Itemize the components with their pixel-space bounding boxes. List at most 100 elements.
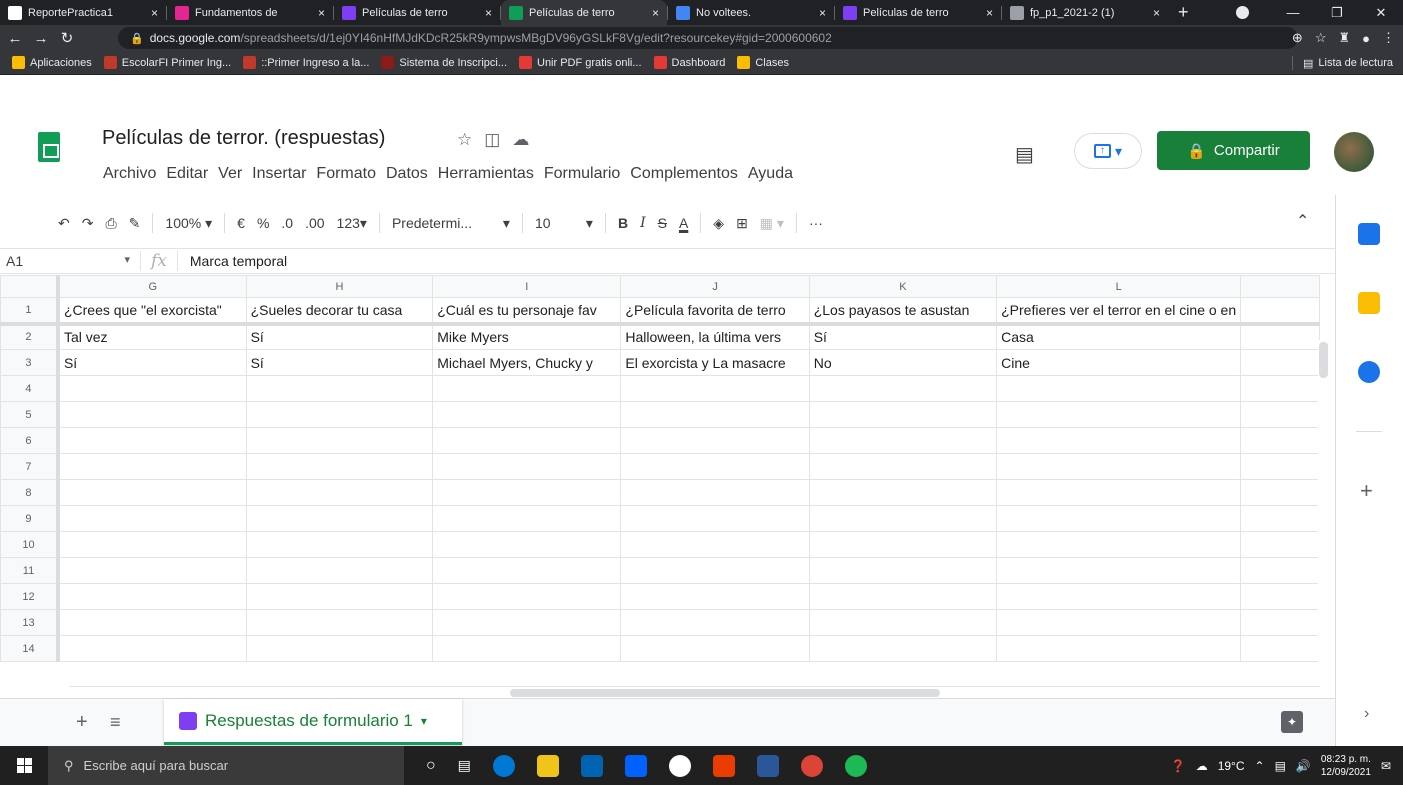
bold-button[interactable]: B [612, 211, 634, 235]
bookmark-item[interactable]: Aplicaciones [12, 56, 92, 69]
borders-icon[interactable]: ⊞ [730, 211, 754, 235]
cell[interactable] [808, 557, 998, 584]
menu-item[interactable]: Formulario [543, 165, 621, 183]
cell[interactable] [808, 427, 998, 454]
cell[interactable] [1240, 557, 1320, 584]
cell[interactable] [620, 557, 810, 584]
column-header[interactable]: K [808, 275, 998, 298]
cell[interactable] [57, 635, 247, 662]
cell[interactable]: Mike Myers [432, 323, 622, 350]
more-formats-button[interactable]: 123 ▾ [331, 211, 373, 235]
browser-tab[interactable]: fp_p1_2021-2 (1) × [1002, 0, 1168, 25]
document-title[interactable]: Películas de terror. (respuestas) [102, 127, 385, 150]
cell[interactable]: Tal vez [57, 323, 247, 350]
share-button[interactable]: 🔒 Compartir [1157, 131, 1310, 170]
github-desktop-icon[interactable] [668, 754, 691, 777]
cell[interactable] [57, 531, 247, 558]
cell[interactable] [620, 635, 810, 662]
chrome-icon[interactable] [800, 754, 823, 777]
forward-icon[interactable]: → [30, 30, 52, 47]
present-button[interactable]: ↑ ▾ [1074, 133, 1142, 169]
percent-button[interactable]: % [251, 211, 275, 235]
cell[interactable] [245, 375, 434, 402]
cell[interactable] [432, 531, 622, 558]
cell[interactable]: ¿Los payasos te asustan [808, 297, 998, 326]
cell[interactable] [1240, 583, 1320, 610]
bookmark-item[interactable]: Sistema de Inscripci... [381, 56, 507, 69]
comment-history-icon[interactable]: ▤ [1015, 142, 1034, 167]
add-addon-icon[interactable]: + [1360, 478, 1373, 504]
cell[interactable]: ¿Prefieres ver el terror en el cine o en [996, 297, 1242, 326]
cell[interactable]: No [808, 349, 998, 376]
tray-chevron-icon[interactable]: ⌃ [1255, 759, 1265, 773]
clock[interactable]: 08:23 p. m. 12/09/2021 [1321, 753, 1371, 779]
reload-icon[interactable]: ↻ [56, 29, 78, 47]
cell[interactable] [996, 505, 1242, 532]
row-header[interactable]: 13 [0, 609, 60, 636]
bookmark-item[interactable]: Clases [737, 56, 789, 69]
menu-item[interactable]: Herramientas [437, 165, 535, 183]
taskbar-search[interactable]: ⚲ Escribe aquí para buscar [48, 746, 404, 785]
cell[interactable] [245, 453, 434, 480]
cell[interactable] [245, 427, 434, 454]
cell[interactable] [432, 505, 622, 532]
currency-button[interactable]: € [231, 211, 251, 235]
cell[interactable] [996, 453, 1242, 480]
name-box[interactable]: A1 ▾ [0, 253, 140, 269]
browser-tab[interactable]: Fundamentos de × [167, 0, 333, 25]
row-header[interactable]: 5 [0, 401, 60, 428]
browser-tab[interactable]: ReportePractica1 × [0, 0, 166, 25]
reading-list[interactable]: ▤ Lista de lectura [1291, 51, 1393, 75]
close-tab-icon[interactable]: × [151, 6, 158, 20]
cell[interactable] [1240, 609, 1320, 636]
edge-icon[interactable] [492, 754, 515, 777]
help-icon[interactable]: ❓ [1171, 759, 1186, 773]
cell[interactable] [996, 375, 1242, 402]
close-tab-icon[interactable]: × [485, 6, 492, 20]
row-header[interactable]: 8 [0, 479, 60, 506]
vertical-scrollbar[interactable] [1318, 340, 1330, 685]
column-header[interactable]: I [432, 275, 622, 298]
cell[interactable] [620, 583, 810, 610]
weather-temp[interactable]: 19°C [1218, 759, 1245, 773]
cell[interactable] [808, 401, 998, 428]
decrease-decimal-button[interactable]: .0 [275, 211, 299, 235]
cell[interactable] [432, 479, 622, 506]
close-tab-icon[interactable]: × [819, 6, 826, 20]
cell[interactable] [245, 531, 434, 558]
cell[interactable]: Casa [996, 323, 1242, 350]
cell[interactable] [1240, 505, 1320, 532]
italic-button[interactable]: I [634, 211, 652, 235]
avatar-small-icon[interactable]: ● [1362, 31, 1370, 46]
cell[interactable] [57, 609, 247, 636]
scroll-thumb[interactable] [510, 689, 940, 697]
cell[interactable] [620, 427, 810, 454]
explore-icon[interactable]: ✦ [1281, 711, 1303, 733]
profile-icon[interactable] [1236, 6, 1249, 19]
sheet-tab-respuestas[interactable]: Respuestas de formulario 1 ▾ [164, 699, 462, 745]
row-header[interactable]: 9 [0, 505, 60, 532]
cell[interactable] [245, 635, 434, 662]
browser-tab[interactable]: Películas de terro × [334, 0, 500, 25]
bookmark-item[interactable]: EscolarFI Primer Ing... [103, 56, 231, 69]
cell[interactable] [245, 583, 434, 610]
cell[interactable] [996, 401, 1242, 428]
cell[interactable] [432, 583, 622, 610]
expand-panel-icon[interactable]: › [1364, 705, 1369, 723]
redo-icon[interactable]: ↷ [76, 211, 100, 235]
cell[interactable] [432, 557, 622, 584]
cell[interactable]: Michael Myers, Chucky y [432, 349, 622, 376]
tasks-icon[interactable] [1358, 361, 1380, 383]
cell[interactable]: ¿Película favorita de terro [620, 297, 810, 326]
merge-cells-icon[interactable]: ▦ ▾ [754, 211, 790, 235]
menu-item[interactable]: Ver [217, 165, 243, 183]
cell[interactable] [1240, 297, 1320, 326]
cell[interactable] [996, 531, 1242, 558]
keep-icon[interactable] [1358, 292, 1380, 314]
cell[interactable] [996, 609, 1242, 636]
cell[interactable]: Halloween, la última vers [620, 323, 810, 350]
cell[interactable]: Sí [808, 323, 998, 350]
cell[interactable] [620, 505, 810, 532]
add-sheet-icon[interactable]: + [76, 711, 88, 734]
text-color-button[interactable]: A [673, 211, 694, 235]
